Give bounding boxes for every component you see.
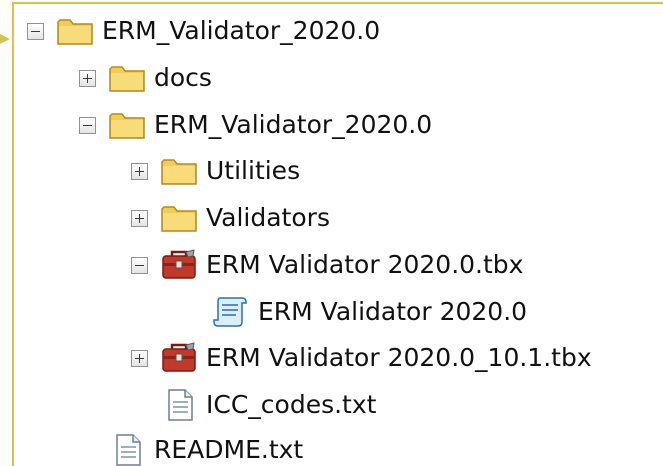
tree-node-label: ICC_codes.txt — [206, 390, 377, 419]
collapse-toggle[interactable] — [79, 116, 96, 134]
tree-node-label: ERM_Validator_2020.0 — [154, 110, 433, 139]
tree-node-script-tool[interactable]: ERM Validator 2020.0 — [183, 292, 527, 332]
tree-node-label: docs — [154, 63, 212, 92]
tree-node-validators[interactable]: Validators — [131, 198, 330, 238]
tree-node-label: ERM Validator 2020.0_10.1.tbx — [206, 343, 592, 372]
tree-node-label: ERM Validator 2020.0 — [258, 297, 528, 326]
tree-node-label: ERM_Validator_2020.0 — [102, 16, 381, 45]
expand-toggle[interactable] — [79, 69, 96, 87]
collapse-toggle[interactable] — [27, 22, 44, 40]
folder-icon — [109, 66, 145, 92]
expand-toggle[interactable] — [131, 349, 148, 367]
tree-node-label: Utilities — [206, 156, 301, 185]
folder-icon — [57, 19, 93, 45]
text-file-icon — [168, 389, 193, 421]
tree-node-label: Validators — [206, 203, 330, 232]
tree-node-docs[interactable]: docs — [79, 58, 212, 98]
catalog-tree: ERM_Validator_2020.0 docs ERM_Validator_… — [0, 0, 663, 466]
tree-node-utilities[interactable]: Utilities — [131, 151, 300, 191]
text-file-icon — [116, 434, 141, 466]
toolbox-icon — [162, 342, 196, 372]
tree-node-toolbox-2020[interactable]: ERM Validator 2020.0.tbx — [131, 245, 523, 285]
tree-node-label: ERM Validator 2020.0.tbx — [206, 250, 524, 279]
folder-icon — [161, 206, 197, 232]
tree-node-readme[interactable]: README.txt — [79, 430, 303, 466]
expand-toggle[interactable] — [131, 162, 148, 180]
tree-node-label: README.txt — [154, 435, 304, 464]
tree-node-erm-folder[interactable]: ERM_Validator_2020.0 — [79, 105, 432, 145]
tree-node-root[interactable]: ERM_Validator_2020.0 — [27, 11, 380, 51]
folder-icon — [161, 159, 197, 185]
expand-toggle[interactable] — [131, 209, 148, 227]
toolbox-icon — [162, 249, 196, 279]
tree-node-icc-codes[interactable]: ICC_codes.txt — [131, 385, 376, 425]
folder-icon — [109, 113, 145, 139]
script-icon — [213, 297, 247, 327]
tree-node-toolbox-10-1[interactable]: ERM Validator 2020.0_10.1.tbx — [131, 338, 592, 378]
collapse-toggle[interactable] — [131, 256, 148, 274]
